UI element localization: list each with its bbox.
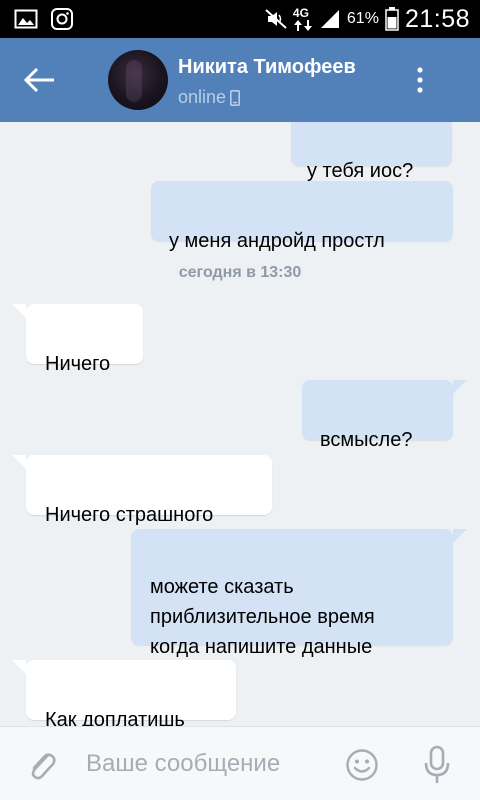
network-label: 4G <box>292 6 309 20</box>
signal-icon <box>320 10 339 28</box>
message-bubble-incoming[interactable]: Ничего <box>26 304 143 375</box>
chat-header: Никита Тимофеев online <box>0 38 480 122</box>
message-text: Ничего страшного <box>45 504 214 526</box>
bubble-tail <box>453 380 467 394</box>
bubble-tail <box>12 660 26 674</box>
online-status: online <box>178 87 241 108</box>
image-icon <box>14 9 38 29</box>
instagram-icon <box>51 8 73 30</box>
more-vertical-icon[interactable] <box>412 66 428 94</box>
battery-percentage: 61% <box>346 10 379 27</box>
message-text: Как доплатишь <box>45 709 185 726</box>
paperclip-icon[interactable] <box>26 747 58 783</box>
back-arrow-icon[interactable] <box>22 64 58 96</box>
online-status-text: online <box>178 87 227 107</box>
date-separator: сегодня в 13:30 <box>178 264 302 281</box>
data-arrows-icon <box>293 20 312 31</box>
contact-name[interactable]: Никита Тимофеев <box>178 56 356 79</box>
smiley-icon[interactable] <box>345 748 379 782</box>
clock: 21:58 <box>404 4 470 33</box>
bubble-tail <box>453 529 467 543</box>
message-bubble-incoming[interactable]: Как доплатишь <box>26 660 236 726</box>
message-bubble-incoming[interactable]: Ничего страшного <box>26 455 272 526</box>
message-list[interactable]: у тебя иос? у меня андройд простл сегодн… <box>0 122 480 726</box>
message-text: у тебя иос? <box>307 160 414 182</box>
network-type: 4G <box>293 6 313 32</box>
mute-icon <box>265 9 287 29</box>
status-bar: 4G 61% 21:58 <box>0 0 480 38</box>
avatar[interactable] <box>108 50 168 110</box>
message-text: у меня андройд простл <box>169 230 385 252</box>
message-text: можете сказать приблизительное время ког… <box>150 576 375 658</box>
bubble-tail <box>12 304 26 318</box>
message-text: всмысле? <box>320 429 413 451</box>
message-bubble-outgoing[interactable]: всмысле? <box>302 380 453 451</box>
message-bubble-outgoing[interactable]: можете сказать приблизительное время ког… <box>131 529 453 658</box>
battery-icon <box>385 7 399 31</box>
message-bubble-outgoing[interactable]: у тебя иос? <box>291 122 452 182</box>
message-text: Ничего <box>45 353 111 375</box>
microphone-icon[interactable] <box>424 745 450 785</box>
message-bubble-outgoing[interactable]: у меня андройд простл <box>151 181 453 252</box>
mobile-phone-icon <box>230 89 241 106</box>
message-composer <box>0 726 480 800</box>
bubble-tail <box>12 455 26 469</box>
message-input[interactable] <box>86 745 326 783</box>
